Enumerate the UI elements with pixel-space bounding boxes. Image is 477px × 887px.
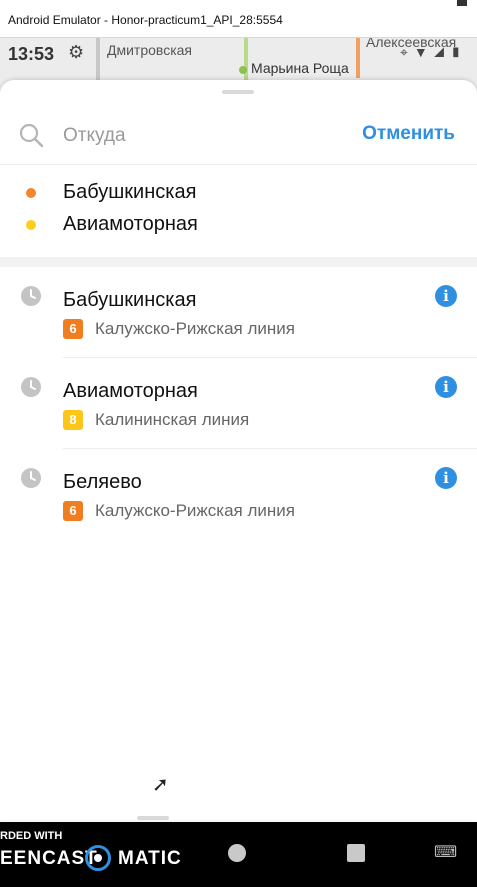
location-icon: ⌖ — [399, 44, 414, 60]
station-dot-icon — [26, 188, 36, 198]
station-dot-icon — [26, 220, 36, 230]
line-number-badge: 8 — [63, 410, 83, 430]
window-title: Android Emulator - Honor-practicum1_API_… — [8, 13, 283, 27]
station-name: Беляево — [63, 471, 142, 493]
home-indicator — [137, 816, 169, 820]
watermark-left: EENCAST — [0, 848, 98, 869]
keyboard-icon[interactable]: ⌨ — [434, 842, 458, 862]
wifi-icon: ▼ — [413, 44, 434, 60]
status-bar: 13:53 ⚙ ⌖▼◢▮ — [0, 38, 477, 68]
route-bottom-sheet: Отменить Бабушкинская Авиамоторная Бабуш… — [0, 80, 477, 820]
watermark-logo-icon — [85, 845, 111, 871]
home-button[interactable] — [228, 844, 246, 862]
search-icon — [19, 123, 44, 148]
battery-icon: ▮ — [450, 44, 467, 60]
title-bar-edge — [457, 0, 467, 6]
line-name: Калининская линия — [95, 410, 250, 429]
recents-button[interactable] — [347, 844, 365, 862]
line-name: Калужско-Рижская линия — [95, 501, 295, 520]
history-item[interactable]: Авиамоторная 8 Калининская линия i — [0, 358, 477, 449]
selected-stations: Бабушкинская Авиамоторная — [0, 178, 477, 258]
gear-icon: ⚙ — [68, 42, 85, 62]
status-time: 13:53 — [8, 44, 55, 64]
history-item[interactable]: Беляево 6 Калужско-Рижская линия i — [0, 449, 477, 540]
cancel-button[interactable]: Отменить — [362, 123, 455, 145]
selected-station-label: Авиамоторная — [63, 213, 198, 235]
selected-station-from[interactable]: Бабушкинская — [0, 178, 477, 208]
watermark-right: MATIC — [118, 848, 182, 869]
info-icon[interactable]: i — [435, 376, 457, 398]
emulator-title-bar: Android Emulator - Honor-practicum1_API_… — [0, 0, 477, 38]
android-nav-bar: RDED WITH EENCAST MATIC ⌨ — [0, 822, 477, 887]
signal-icon: ◢ — [433, 44, 451, 60]
line-number-badge: 6 — [63, 501, 83, 521]
station-name: Авиамоторная — [63, 380, 198, 402]
info-icon[interactable]: i — [435, 285, 457, 307]
selected-station-to[interactable]: Авиамоторная — [0, 210, 477, 240]
station-name: Бабушкинская — [63, 289, 197, 311]
section-divider — [0, 257, 477, 267]
status-icons: ⌖▼◢▮ — [400, 44, 467, 61]
watermark-top: RDED WITH — [0, 830, 63, 842]
clock-icon — [21, 286, 41, 306]
info-icon[interactable]: i — [435, 467, 457, 489]
mouse-cursor-icon: ➚ — [152, 774, 169, 796]
clock-icon — [21, 377, 41, 397]
selected-station-label: Бабушкинская — [63, 181, 197, 203]
sheet-grabber[interactable] — [222, 90, 254, 94]
clock-icon — [21, 468, 41, 488]
line-name: Калужско-Рижская линия — [95, 319, 295, 338]
history-item[interactable]: Бабушкинская 6 Калужско-Рижская линия i — [0, 267, 477, 358]
from-search-input[interactable] — [63, 122, 313, 150]
search-bar: Отменить — [0, 110, 477, 165]
line-number-badge: 6 — [63, 319, 83, 339]
